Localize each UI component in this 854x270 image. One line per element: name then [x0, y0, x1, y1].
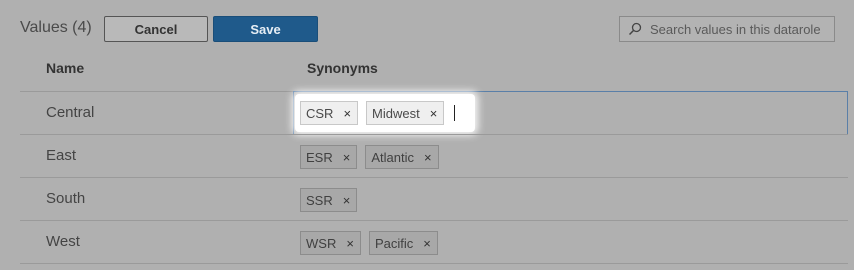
save-button[interactable]: Save — [213, 16, 318, 42]
row-name: South — [46, 190, 86, 207]
close-icon[interactable]: × — [346, 236, 354, 251]
cancel-button[interactable]: Cancel — [104, 16, 208, 42]
synonym-tag-label: WSR — [306, 235, 337, 251]
synonym-list[interactable]: WSR × Pacific × — [300, 231, 438, 255]
synonym-tag-label: Midwest — [372, 105, 420, 121]
close-icon[interactable]: × — [430, 106, 438, 121]
synonym-tag: Midwest × — [366, 101, 445, 125]
synonym-tag-label: ESR — [306, 149, 333, 165]
close-icon[interactable]: × — [343, 150, 351, 165]
page-title: Values (4) — [20, 19, 92, 36]
table-row: East ESR × Atlantic × — [20, 134, 848, 177]
synonym-tag-label: Atlantic — [371, 149, 414, 165]
synonym-input-area[interactable]: CSR × Midwest × — [295, 94, 475, 132]
synonym-editor[interactable]: CSR × Midwest × — [293, 91, 848, 135]
synonym-list[interactable]: SSR × — [300, 188, 358, 212]
row-name: East — [46, 147, 77, 164]
synonym-tag: WSR × — [300, 231, 361, 255]
row-name: West — [46, 233, 80, 250]
search-box[interactable] — [619, 16, 835, 42]
table-bottom-divider — [20, 263, 848, 264]
column-header-synonyms: Synonyms — [307, 60, 378, 76]
synonym-tag: Pacific × — [368, 231, 438, 255]
table-row: West WSR × Pacific × — [20, 220, 848, 263]
table-row: Central CSR × Midwest × — [20, 91, 848, 135]
synonym-tag-label: Pacific — [374, 235, 414, 251]
search-input[interactable] — [650, 21, 830, 37]
column-header-name: Name — [46, 60, 85, 76]
close-icon[interactable]: × — [424, 150, 432, 165]
text-caret — [454, 105, 456, 121]
synonym-tag: SSR × — [300, 188, 358, 212]
close-icon[interactable]: × — [343, 193, 351, 208]
synonym-tag-label: SSR — [306, 192, 333, 208]
synonym-tag: CSR × — [300, 101, 359, 125]
synonym-tag: ESR × — [300, 145, 358, 169]
close-icon[interactable]: × — [423, 236, 431, 251]
synonym-list[interactable]: ESR × Atlantic × — [300, 145, 439, 169]
table-row: South SSR × — [20, 177, 848, 220]
search-icon — [628, 22, 642, 36]
synonym-tag-label: CSR — [306, 105, 334, 121]
row-name: Central — [46, 104, 95, 121]
synonym-tag: Atlantic × — [365, 145, 439, 169]
close-icon[interactable]: × — [343, 106, 351, 121]
